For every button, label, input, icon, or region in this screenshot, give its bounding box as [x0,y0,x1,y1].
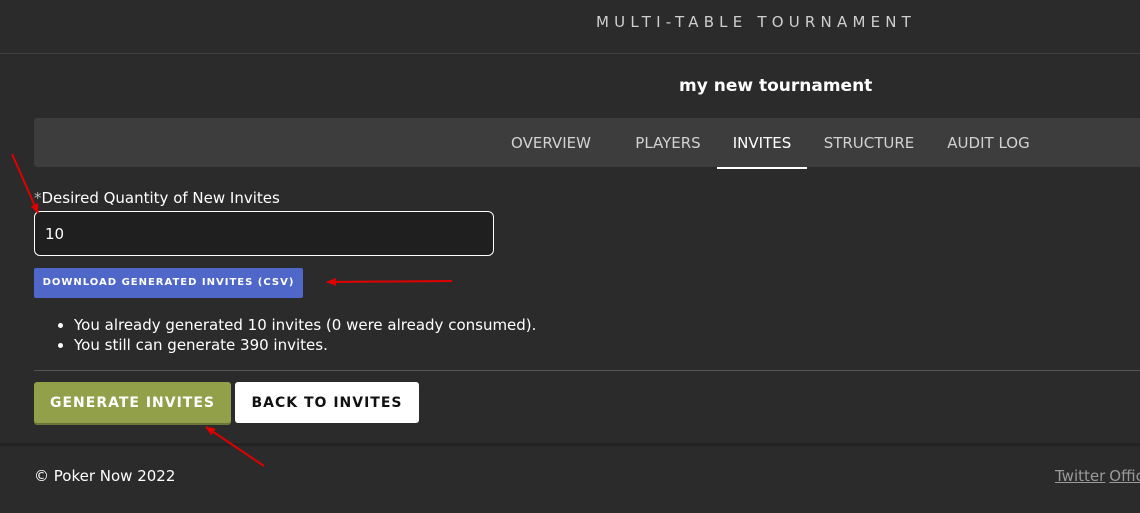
footer-links: Twitter Offic [1055,467,1140,485]
tab-invites[interactable]: INVITES [717,118,807,169]
tab-audit-log[interactable]: AUDIT LOG [936,118,1041,169]
generate-invites-button[interactable]: GENERATE INVITES [34,382,231,423]
tab-players[interactable]: PLAYERS [623,118,713,169]
copyright-text: © Poker Now 2022 [34,467,176,485]
invite-info-list: You already generated 10 invites (0 were… [34,315,536,355]
page: MULTI-TABLE TOURNAMENT my new tournament… [0,0,1140,513]
list-item: You still can generate 390 invites. [74,335,536,355]
quantity-label: *Desired Quantity of New Invites [34,189,280,207]
brand-title: MULTI-TABLE TOURNAMENT [596,13,917,31]
divider [34,370,1140,371]
twitter-link[interactable]: Twitter [1055,467,1105,485]
arrow-to-generate-button [205,426,265,467]
back-to-invites-button[interactable]: BACK TO INVITES [235,382,419,423]
tab-structure[interactable]: STRUCTURE [814,118,924,169]
official-link[interactable]: Offic [1109,467,1140,485]
quantity-input[interactable] [34,211,494,256]
quantity-label-text: Desired Quantity of New Invites [41,189,280,207]
footer-divider [0,443,1140,446]
tab-bar: OVERVIEW PLAYERS INVITES STRUCTURE AUDIT… [34,118,1140,169]
arrow-to-csv-button [326,277,453,286]
tab-overview[interactable]: OVERVIEW [501,118,601,169]
top-header: MULTI-TABLE TOURNAMENT [0,0,1140,54]
download-csv-button[interactable]: DOWNLOAD GENERATED INVITES (CSV) [34,268,303,298]
required-marker: * [34,189,42,207]
tournament-title: my new tournament [679,76,873,96]
list-item: You already generated 10 invites (0 were… [74,315,536,335]
annotation-arrows [11,153,453,467]
